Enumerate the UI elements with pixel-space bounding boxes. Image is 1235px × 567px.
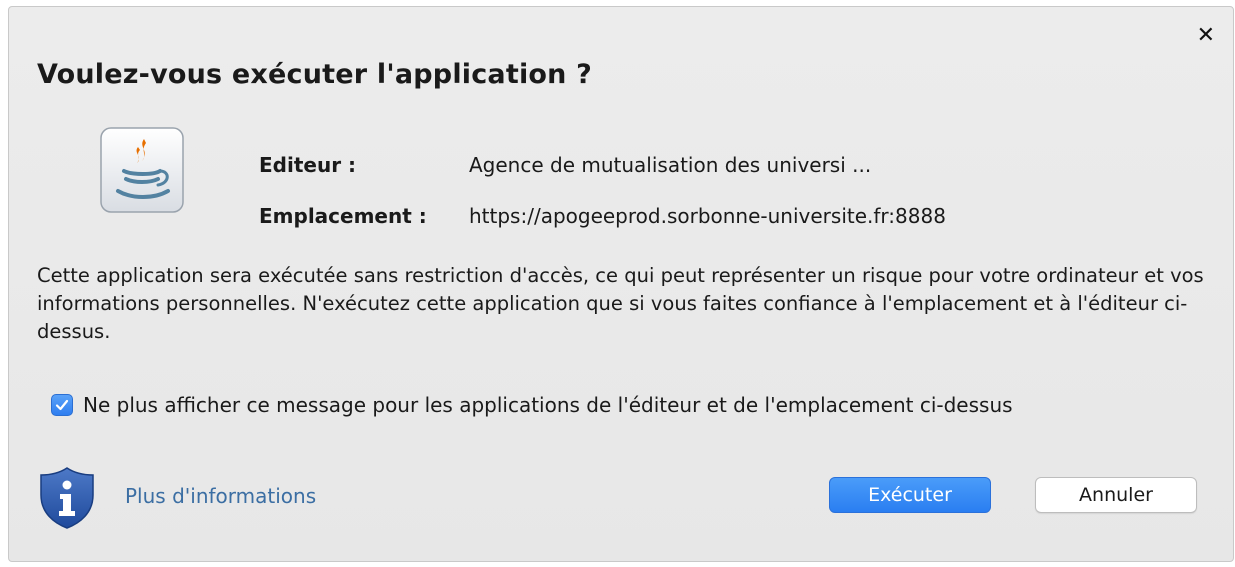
cancel-button[interactable]: Annuler: [1035, 477, 1197, 513]
shield-info-icon: [40, 467, 94, 529]
dialog-title: Voulez-vous exécuter l'application ?: [37, 59, 593, 90]
close-icon[interactable]: ✕: [1197, 25, 1215, 47]
publisher-label: Editeur :: [259, 153, 357, 177]
warning-text: Cette application sera exécutée sans res…: [37, 264, 1204, 343]
run-button[interactable]: Exécuter: [829, 477, 991, 513]
checkmark-icon: [55, 399, 69, 411]
location-label: Emplacement :: [259, 204, 427, 228]
publisher-row: Editeur : Agence de mutualisation des uni…: [259, 153, 871, 177]
publisher-value: Agence de mutualisation des universi ...: [469, 153, 872, 177]
java-icon: [100, 127, 184, 213]
more-info-link[interactable]: Plus d'informations: [125, 484, 316, 508]
location-row: Emplacement : https://apogeeprod.sorbonne…: [259, 204, 946, 228]
location-value: https://apogeeprod.sorbonne-universite.f…: [469, 204, 946, 228]
security-dialog: ✕ Voulez-vous exécuter l'application ? E…: [8, 6, 1234, 562]
dont-show-again-row[interactable]: Ne plus afficher ce message pour les app…: [51, 393, 1013, 417]
dont-show-again-checkbox[interactable]: [51, 394, 73, 416]
dont-show-again-label[interactable]: Ne plus afficher ce message pour les app…: [83, 393, 1013, 417]
